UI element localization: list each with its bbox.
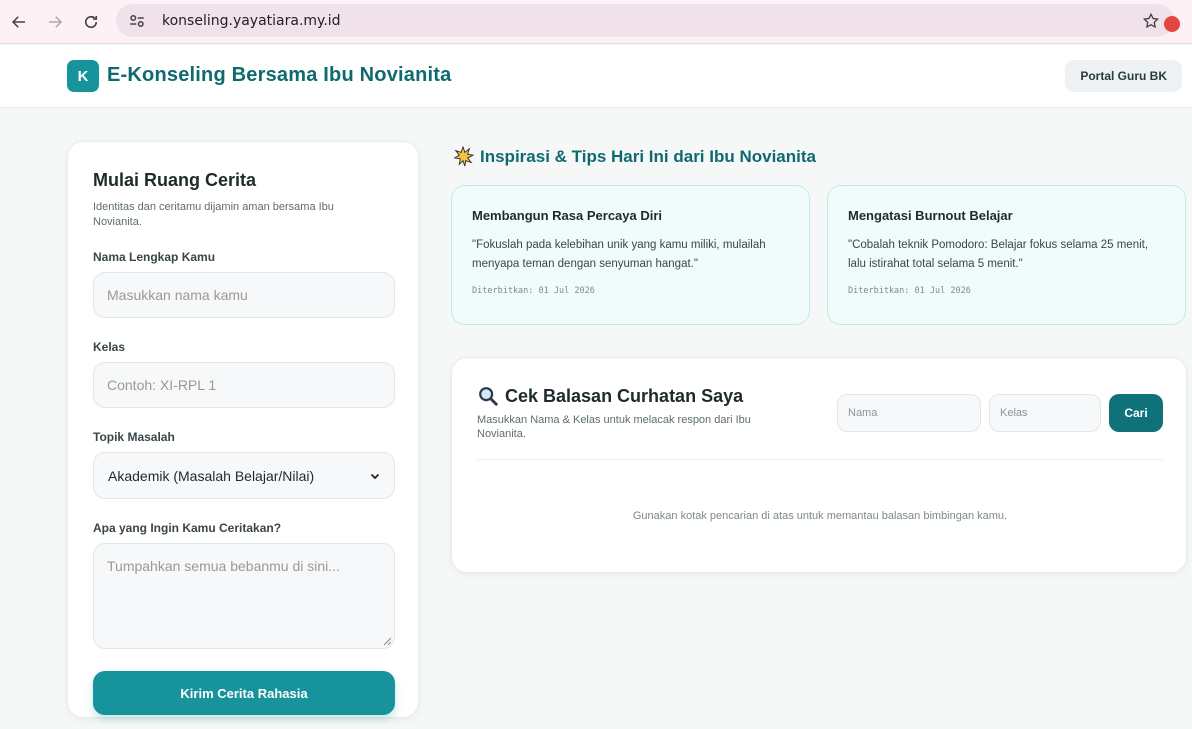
profile-avatar[interactable] bbox=[1164, 16, 1180, 32]
search-title: Cek Balasan Curhatan Saya bbox=[477, 385, 743, 407]
burst-icon bbox=[453, 146, 474, 167]
story-placeholder: Tumpahkan semua bebanmu di sini... bbox=[107, 558, 340, 574]
topic-selected-value: Akademik (Masalah Belajar/Nilai) bbox=[108, 467, 315, 484]
search-class-input[interactable]: Kelas bbox=[989, 394, 1101, 432]
class-label: Kelas bbox=[93, 340, 126, 354]
search-button[interactable]: Cari bbox=[1109, 394, 1163, 432]
divider bbox=[477, 459, 1163, 460]
name-label: Nama Lengkap Kamu bbox=[93, 250, 216, 264]
portal-guru-button[interactable]: Portal Guru BK bbox=[1065, 60, 1182, 92]
back-button[interactable] bbox=[2, 5, 36, 39]
name-input[interactable]: Masukkan nama kamu bbox=[93, 272, 395, 318]
app-title: E-Konseling Bersama Ibu Novianita bbox=[107, 64, 452, 86]
search-name-input[interactable]: Nama bbox=[837, 394, 981, 432]
tip-quote: "Fokuslah pada kelebihan unik yang kamu … bbox=[472, 239, 766, 270]
story-form-card: Mulai Ruang Cerita Identitas dan ceritam… bbox=[67, 141, 419, 718]
tips-heading-text: Inspirasi & Tips Hari Ini dari Ibu Novia… bbox=[480, 147, 816, 166]
arrow-right-icon bbox=[49, 15, 63, 28]
form-title: Mulai Ruang Cerita bbox=[93, 170, 257, 190]
arrow-left-icon bbox=[11, 15, 25, 28]
address-bar[interactable]: konseling.yayatiara.my.id bbox=[116, 4, 1180, 37]
reload-icon bbox=[84, 15, 98, 28]
topic-label: Topik Masalah bbox=[93, 430, 175, 444]
browser-toolbar: konseling.yayatiara.my.id bbox=[0, 0, 1192, 44]
topic-select[interactable]: Akademik (Masalah Belajar/Nilai) bbox=[93, 452, 395, 499]
tip-date: Diterbitkan: 01 Jul 2026 bbox=[472, 286, 595, 296]
search-title-text: Cek Balasan Curhatan Saya bbox=[505, 385, 744, 406]
star-icon[interactable] bbox=[1142, 12, 1160, 30]
search-reply-card: Cek Balasan Curhatan Saya Masukkan Nama … bbox=[451, 357, 1187, 573]
tip-date: Diterbitkan: 01 Jul 2026 bbox=[848, 286, 971, 296]
app-header: K E-Konseling Bersama Ibu Novianita Port… bbox=[0, 45, 1192, 108]
site-settings-icon[interactable] bbox=[128, 12, 146, 30]
tip-card: Mengatasi Burnout Belajar "Cobalah tekni… bbox=[827, 185, 1186, 325]
tip-quote: "Cobalah teknik Pomodoro: Belajar fokus … bbox=[848, 239, 1149, 270]
tip-title: Membangun Rasa Percaya Diri bbox=[472, 208, 663, 223]
resize-grip-icon[interactable] bbox=[383, 637, 391, 645]
search-hint: Gunakan kotak pencarian di atas untuk me… bbox=[632, 510, 1008, 522]
tip-card: Membangun Rasa Percaya Diri "Fokuslah pa… bbox=[451, 185, 810, 325]
url-text: konseling.yayatiara.my.id bbox=[162, 12, 341, 29]
reload-button[interactable] bbox=[74, 5, 108, 39]
submit-story-button[interactable]: Kirim Cerita Rahasia bbox=[93, 671, 395, 715]
tip-title: Mengatasi Burnout Belajar bbox=[848, 208, 1013, 223]
forward-button[interactable] bbox=[38, 5, 72, 39]
class-input[interactable]: Contoh: XI-RPL 1 bbox=[93, 362, 395, 408]
magnifier-icon bbox=[479, 387, 498, 406]
story-label: Apa yang Ingin Kamu Ceritakan? bbox=[93, 521, 282, 535]
chevron-down-icon bbox=[370, 473, 380, 479]
tips-heading: Inspirasi & Tips Hari Ini dari Ibu Novia… bbox=[452, 146, 816, 168]
form-subtitle: Identitas dan ceritamu dijamin aman bers… bbox=[93, 201, 334, 228]
logo-badge: K bbox=[67, 60, 99, 92]
story-textarea[interactable]: Tumpahkan semua bebanmu di sini... bbox=[93, 543, 395, 649]
search-subtitle: Masukkan Nama & Kelas untuk melacak resp… bbox=[477, 414, 751, 440]
